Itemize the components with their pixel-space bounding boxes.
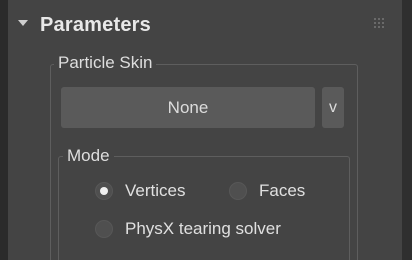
rollout-title: Parameters xyxy=(40,14,151,36)
mode-group xyxy=(58,156,350,260)
mode-option-vertices[interactable]: Vertices xyxy=(95,181,185,201)
vertices-label: Vertices xyxy=(125,181,186,200)
mode-option-faces[interactable]: Faces xyxy=(229,181,305,201)
mode-group-label: Mode xyxy=(63,146,114,166)
mode-option-physx[interactable]: PhysX tearing solver xyxy=(95,219,281,239)
drag-grip-icon[interactable] xyxy=(374,18,386,30)
physx-radio[interactable] xyxy=(95,220,113,238)
collapse-arrow-icon[interactable] xyxy=(18,20,28,26)
parameters-rollout: Parameters Particle Skin None v Mode Ver… xyxy=(8,0,402,260)
skin-object-picker-button[interactable]: None xyxy=(61,87,315,128)
physx-label: PhysX tearing solver xyxy=(125,219,281,238)
panel-left-border xyxy=(0,0,8,260)
command-panel: Parameters Particle Skin None v Mode Ver… xyxy=(0,0,412,260)
panel-scrollbar-track[interactable] xyxy=(402,0,412,260)
vertices-radio[interactable] xyxy=(95,182,113,200)
particle-skin-group-label: Particle Skin xyxy=(54,53,157,73)
faces-radio[interactable] xyxy=(229,182,247,200)
skin-dropdown-button[interactable]: v xyxy=(322,87,344,128)
rollout-header[interactable]: Parameters xyxy=(8,6,402,46)
faces-label: Faces xyxy=(259,181,306,200)
